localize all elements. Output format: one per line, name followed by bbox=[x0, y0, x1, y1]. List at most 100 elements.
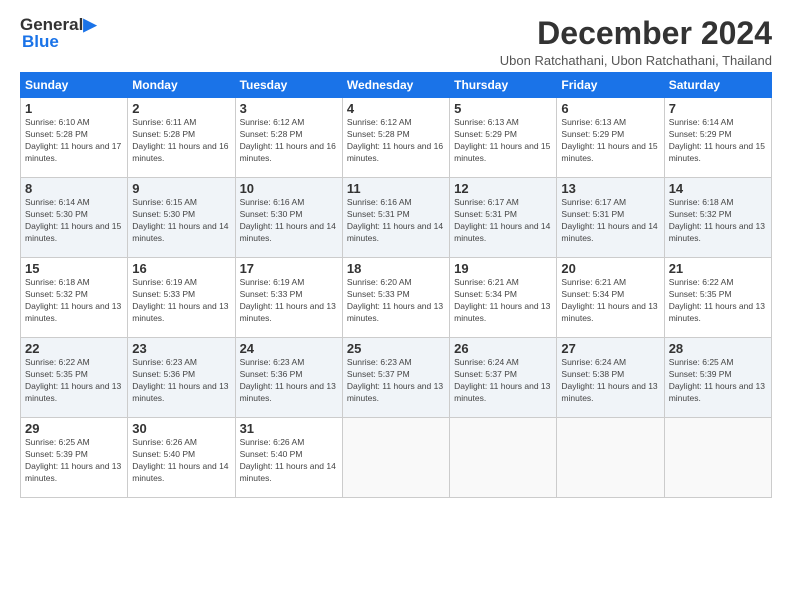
calendar-week-row: 1Sunrise: 6:10 AMSunset: 5:28 PMDaylight… bbox=[21, 98, 772, 178]
day-info: Sunrise: 6:14 AMSunset: 5:30 PMDaylight:… bbox=[25, 197, 123, 245]
day-number: 9 bbox=[132, 181, 230, 196]
table-cell: 26Sunrise: 6:24 AMSunset: 5:37 PMDayligh… bbox=[450, 338, 557, 418]
table-cell: 15Sunrise: 6:18 AMSunset: 5:32 PMDayligh… bbox=[21, 258, 128, 338]
day-number: 25 bbox=[347, 341, 445, 356]
day-info: Sunrise: 6:25 AMSunset: 5:39 PMDaylight:… bbox=[25, 437, 123, 485]
table-cell: 22Sunrise: 6:22 AMSunset: 5:35 PMDayligh… bbox=[21, 338, 128, 418]
table-cell: 24Sunrise: 6:23 AMSunset: 5:36 PMDayligh… bbox=[235, 338, 342, 418]
day-number: 18 bbox=[347, 261, 445, 276]
day-info: Sunrise: 6:16 AMSunset: 5:31 PMDaylight:… bbox=[347, 197, 445, 245]
table-cell: 19Sunrise: 6:21 AMSunset: 5:34 PMDayligh… bbox=[450, 258, 557, 338]
day-number: 17 bbox=[240, 261, 338, 276]
day-info: Sunrise: 6:22 AMSunset: 5:35 PMDaylight:… bbox=[669, 277, 767, 325]
day-info: Sunrise: 6:18 AMSunset: 5:32 PMDaylight:… bbox=[669, 197, 767, 245]
day-info: Sunrise: 6:16 AMSunset: 5:30 PMDaylight:… bbox=[240, 197, 338, 245]
table-cell bbox=[664, 418, 771, 498]
day-info: Sunrise: 6:14 AMSunset: 5:29 PMDaylight:… bbox=[669, 117, 767, 165]
day-number: 24 bbox=[240, 341, 338, 356]
day-number: 27 bbox=[561, 341, 659, 356]
day-number: 22 bbox=[25, 341, 123, 356]
table-cell: 3Sunrise: 6:12 AMSunset: 5:28 PMDaylight… bbox=[235, 98, 342, 178]
day-info: Sunrise: 6:22 AMSunset: 5:35 PMDaylight:… bbox=[25, 357, 123, 405]
table-cell: 20Sunrise: 6:21 AMSunset: 5:34 PMDayligh… bbox=[557, 258, 664, 338]
day-info: Sunrise: 6:12 AMSunset: 5:28 PMDaylight:… bbox=[347, 117, 445, 165]
day-info: Sunrise: 6:13 AMSunset: 5:29 PMDaylight:… bbox=[454, 117, 552, 165]
day-number: 23 bbox=[132, 341, 230, 356]
day-number: 29 bbox=[25, 421, 123, 436]
table-cell: 29Sunrise: 6:25 AMSunset: 5:39 PMDayligh… bbox=[21, 418, 128, 498]
day-number: 26 bbox=[454, 341, 552, 356]
table-cell: 12Sunrise: 6:17 AMSunset: 5:31 PMDayligh… bbox=[450, 178, 557, 258]
location: Ubon Ratchathani, Ubon Ratchathani, Thai… bbox=[500, 53, 772, 68]
day-info: Sunrise: 6:20 AMSunset: 5:33 PMDaylight:… bbox=[347, 277, 445, 325]
table-cell: 31Sunrise: 6:26 AMSunset: 5:40 PMDayligh… bbox=[235, 418, 342, 498]
table-cell: 6Sunrise: 6:13 AMSunset: 5:29 PMDaylight… bbox=[557, 98, 664, 178]
day-number: 15 bbox=[25, 261, 123, 276]
table-cell: 28Sunrise: 6:25 AMSunset: 5:39 PMDayligh… bbox=[664, 338, 771, 418]
logo-subtext: Blue bbox=[22, 33, 59, 50]
day-number: 30 bbox=[132, 421, 230, 436]
day-number: 28 bbox=[669, 341, 767, 356]
calendar-week-row: 15Sunrise: 6:18 AMSunset: 5:32 PMDayligh… bbox=[21, 258, 772, 338]
col-thursday: Thursday bbox=[450, 73, 557, 98]
table-cell: 2Sunrise: 6:11 AMSunset: 5:28 PMDaylight… bbox=[128, 98, 235, 178]
day-info: Sunrise: 6:21 AMSunset: 5:34 PMDaylight:… bbox=[561, 277, 659, 325]
day-number: 5 bbox=[454, 101, 552, 116]
table-cell bbox=[342, 418, 449, 498]
header: General▶ Blue December 2024 Ubon Ratchat… bbox=[20, 16, 772, 68]
day-info: Sunrise: 6:19 AMSunset: 5:33 PMDaylight:… bbox=[240, 277, 338, 325]
day-number: 6 bbox=[561, 101, 659, 116]
day-number: 10 bbox=[240, 181, 338, 196]
day-info: Sunrise: 6:23 AMSunset: 5:37 PMDaylight:… bbox=[347, 357, 445, 405]
day-number: 12 bbox=[454, 181, 552, 196]
col-friday: Friday bbox=[557, 73, 664, 98]
col-sunday: Sunday bbox=[21, 73, 128, 98]
day-info: Sunrise: 6:12 AMSunset: 5:28 PMDaylight:… bbox=[240, 117, 338, 165]
day-info: Sunrise: 6:15 AMSunset: 5:30 PMDaylight:… bbox=[132, 197, 230, 245]
day-number: 1 bbox=[25, 101, 123, 116]
table-cell: 4Sunrise: 6:12 AMSunset: 5:28 PMDaylight… bbox=[342, 98, 449, 178]
day-number: 3 bbox=[240, 101, 338, 116]
table-cell bbox=[450, 418, 557, 498]
day-info: Sunrise: 6:24 AMSunset: 5:38 PMDaylight:… bbox=[561, 357, 659, 405]
day-info: Sunrise: 6:23 AMSunset: 5:36 PMDaylight:… bbox=[132, 357, 230, 405]
table-cell: 27Sunrise: 6:24 AMSunset: 5:38 PMDayligh… bbox=[557, 338, 664, 418]
col-wednesday: Wednesday bbox=[342, 73, 449, 98]
day-number: 21 bbox=[669, 261, 767, 276]
header-row: Sunday Monday Tuesday Wednesday Thursday… bbox=[21, 73, 772, 98]
day-info: Sunrise: 6:23 AMSunset: 5:36 PMDaylight:… bbox=[240, 357, 338, 405]
day-info: Sunrise: 6:10 AMSunset: 5:28 PMDaylight:… bbox=[25, 117, 123, 165]
calendar-table: Sunday Monday Tuesday Wednesday Thursday… bbox=[20, 72, 772, 498]
day-number: 16 bbox=[132, 261, 230, 276]
table-cell: 9Sunrise: 6:15 AMSunset: 5:30 PMDaylight… bbox=[128, 178, 235, 258]
table-cell: 23Sunrise: 6:23 AMSunset: 5:36 PMDayligh… bbox=[128, 338, 235, 418]
title-section: December 2024 Ubon Ratchathani, Ubon Rat… bbox=[500, 16, 772, 68]
calendar-week-row: 8Sunrise: 6:14 AMSunset: 5:30 PMDaylight… bbox=[21, 178, 772, 258]
day-number: 2 bbox=[132, 101, 230, 116]
day-number: 14 bbox=[669, 181, 767, 196]
col-saturday: Saturday bbox=[664, 73, 771, 98]
day-number: 11 bbox=[347, 181, 445, 196]
day-info: Sunrise: 6:21 AMSunset: 5:34 PMDaylight:… bbox=[454, 277, 552, 325]
table-cell: 17Sunrise: 6:19 AMSunset: 5:33 PMDayligh… bbox=[235, 258, 342, 338]
day-info: Sunrise: 6:26 AMSunset: 5:40 PMDaylight:… bbox=[132, 437, 230, 485]
logo-text: General▶ bbox=[20, 16, 96, 33]
table-cell: 11Sunrise: 6:16 AMSunset: 5:31 PMDayligh… bbox=[342, 178, 449, 258]
day-info: Sunrise: 6:19 AMSunset: 5:33 PMDaylight:… bbox=[132, 277, 230, 325]
table-cell: 30Sunrise: 6:26 AMSunset: 5:40 PMDayligh… bbox=[128, 418, 235, 498]
table-cell: 8Sunrise: 6:14 AMSunset: 5:30 PMDaylight… bbox=[21, 178, 128, 258]
day-number: 13 bbox=[561, 181, 659, 196]
table-cell: 21Sunrise: 6:22 AMSunset: 5:35 PMDayligh… bbox=[664, 258, 771, 338]
day-info: Sunrise: 6:26 AMSunset: 5:40 PMDaylight:… bbox=[240, 437, 338, 485]
table-cell: 16Sunrise: 6:19 AMSunset: 5:33 PMDayligh… bbox=[128, 258, 235, 338]
col-monday: Monday bbox=[128, 73, 235, 98]
day-info: Sunrise: 6:17 AMSunset: 5:31 PMDaylight:… bbox=[454, 197, 552, 245]
table-cell: 1Sunrise: 6:10 AMSunset: 5:28 PMDaylight… bbox=[21, 98, 128, 178]
day-number: 8 bbox=[25, 181, 123, 196]
day-number: 31 bbox=[240, 421, 338, 436]
day-number: 7 bbox=[669, 101, 767, 116]
page: General▶ Blue December 2024 Ubon Ratchat… bbox=[0, 0, 792, 612]
day-info: Sunrise: 6:13 AMSunset: 5:29 PMDaylight:… bbox=[561, 117, 659, 165]
table-cell bbox=[557, 418, 664, 498]
day-number: 4 bbox=[347, 101, 445, 116]
